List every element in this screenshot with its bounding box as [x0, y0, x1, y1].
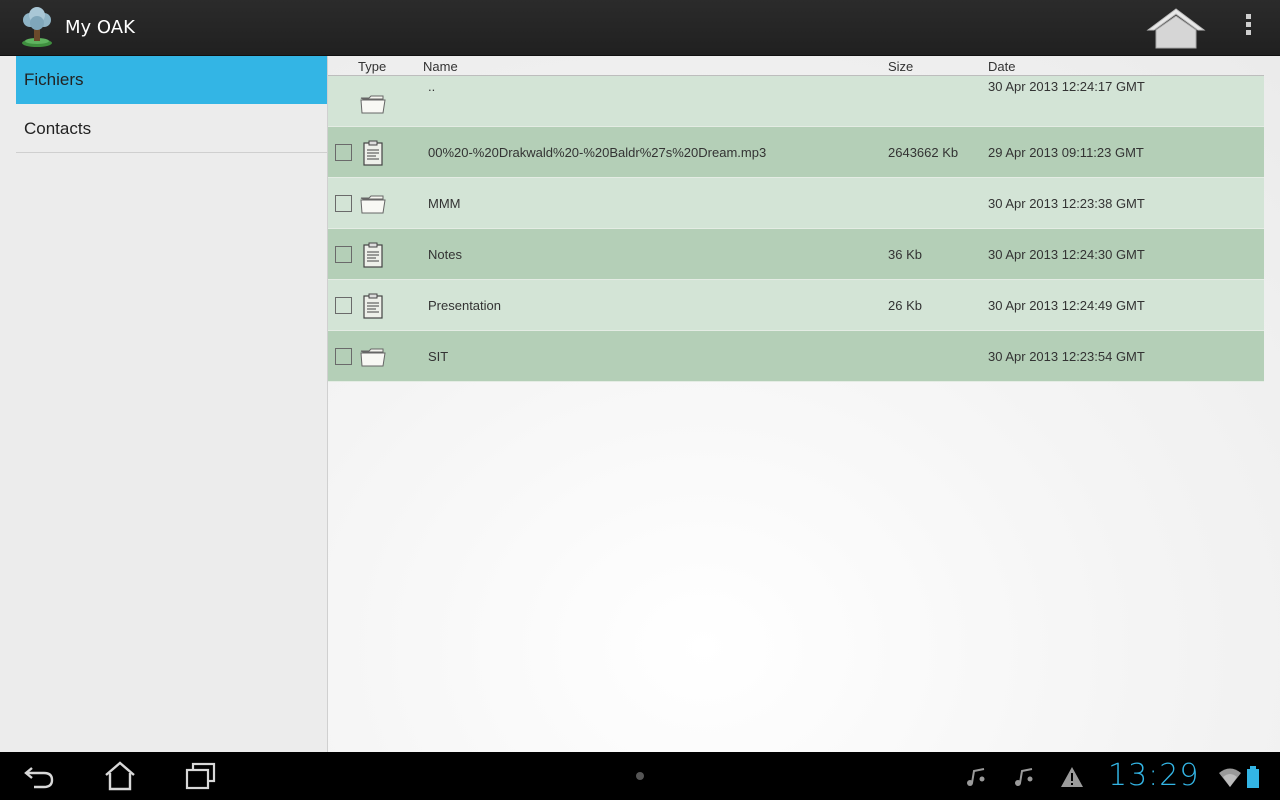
- home-nav-icon[interactable]: [103, 760, 137, 792]
- wifi-icon: [1218, 765, 1242, 789]
- back-icon[interactable]: [22, 760, 56, 792]
- folder-icon: [359, 343, 387, 371]
- warning-icon: [1060, 765, 1084, 789]
- overflow-menu-icon[interactable]: [1236, 14, 1260, 42]
- sidebar-item-label: Contacts: [24, 119, 92, 138]
- sidebar-item-label: Fichiers: [24, 70, 84, 89]
- folder-icon: [359, 190, 387, 218]
- sidebar-item-contacts[interactable]: Contacts: [16, 105, 327, 153]
- music-note-icon: [964, 765, 988, 789]
- row-checkbox[interactable]: [335, 246, 352, 263]
- document-icon: [359, 139, 387, 167]
- file-list-header: Type Name Size Date: [328, 56, 1264, 76]
- file-date: 30 Apr 2013 12:24:30 GMT: [988, 247, 1145, 262]
- content-area: Fichiers Contacts Type Name Size Date ..: [0, 56, 1280, 752]
- sidebar: Fichiers Contacts: [0, 56, 328, 752]
- recent-apps-icon[interactable]: [184, 760, 218, 792]
- column-header-size[interactable]: Size: [888, 59, 913, 74]
- battery-icon: [1246, 765, 1260, 789]
- clock[interactable]: 13:29: [1108, 758, 1199, 793]
- file-date: 30 Apr 2013 12:24:17 GMT: [988, 79, 1145, 94]
- row-checkbox[interactable]: [335, 348, 352, 365]
- action-bar: My OAK: [0, 0, 1280, 56]
- table-row[interactable]: 00%20-%20Drakwald%20-%20Baldr%27s%20Drea…: [328, 127, 1264, 178]
- file-size: 36 Kb: [888, 247, 922, 262]
- file-date: 29 Apr 2013 09:11:23 GMT: [988, 145, 1144, 160]
- column-header-type[interactable]: Type: [358, 59, 386, 74]
- table-row[interactable]: Presentation 26 Kb 30 Apr 2013 12:24:49 …: [328, 280, 1264, 331]
- table-row[interactable]: SIT 30 Apr 2013 12:23:54 GMT: [328, 331, 1264, 382]
- table-row[interactable]: Notes 36 Kb 30 Apr 2013 12:24:30 GMT: [328, 229, 1264, 280]
- document-icon: [359, 241, 387, 269]
- oak-tree-logo-icon[interactable]: [18, 6, 56, 48]
- home-icon[interactable]: [1144, 6, 1208, 52]
- document-icon: [359, 292, 387, 320]
- file-name: MMM: [428, 196, 461, 211]
- system-navigation-bar: 13:29: [0, 752, 1280, 800]
- row-checkbox[interactable]: [335, 195, 352, 212]
- file-date: 30 Apr 2013 12:24:49 GMT: [988, 298, 1145, 313]
- music-note-icon: [1012, 765, 1036, 789]
- menu-dot-icon[interactable]: [636, 772, 644, 780]
- column-header-date[interactable]: Date: [988, 59, 1015, 74]
- row-checkbox[interactable]: [335, 144, 352, 161]
- sidebar-item-fichiers[interactable]: Fichiers: [16, 56, 327, 104]
- row-checkbox[interactable]: [335, 297, 352, 314]
- file-name: ..: [428, 79, 436, 94]
- app-title: My OAK: [65, 17, 135, 38]
- file-rows: .. 30 Apr 2013 12:24:17 GMT 00%20-%20Dra…: [328, 76, 1264, 382]
- file-name: 00%20-%20Drakwald%20-%20Baldr%27s%20Drea…: [428, 145, 767, 160]
- file-name: Notes: [428, 247, 462, 262]
- file-name: SIT: [428, 349, 449, 364]
- file-date: 30 Apr 2013 12:23:38 GMT: [988, 196, 1145, 211]
- file-size: 2643662 Kb: [888, 145, 959, 160]
- file-date: 30 Apr 2013 12:23:54 GMT: [988, 349, 1145, 364]
- file-list: Type Name Size Date .. 30 Apr 2013 12:24…: [328, 56, 1280, 752]
- file-name: Presentation: [428, 298, 501, 313]
- column-header-name[interactable]: Name: [423, 59, 458, 74]
- folder-icon: [359, 90, 387, 118]
- table-row[interactable]: MMM 30 Apr 2013 12:23:38 GMT: [328, 178, 1264, 229]
- table-row[interactable]: .. 30 Apr 2013 12:24:17 GMT: [328, 76, 1264, 127]
- file-size: 26 Kb: [888, 298, 922, 313]
